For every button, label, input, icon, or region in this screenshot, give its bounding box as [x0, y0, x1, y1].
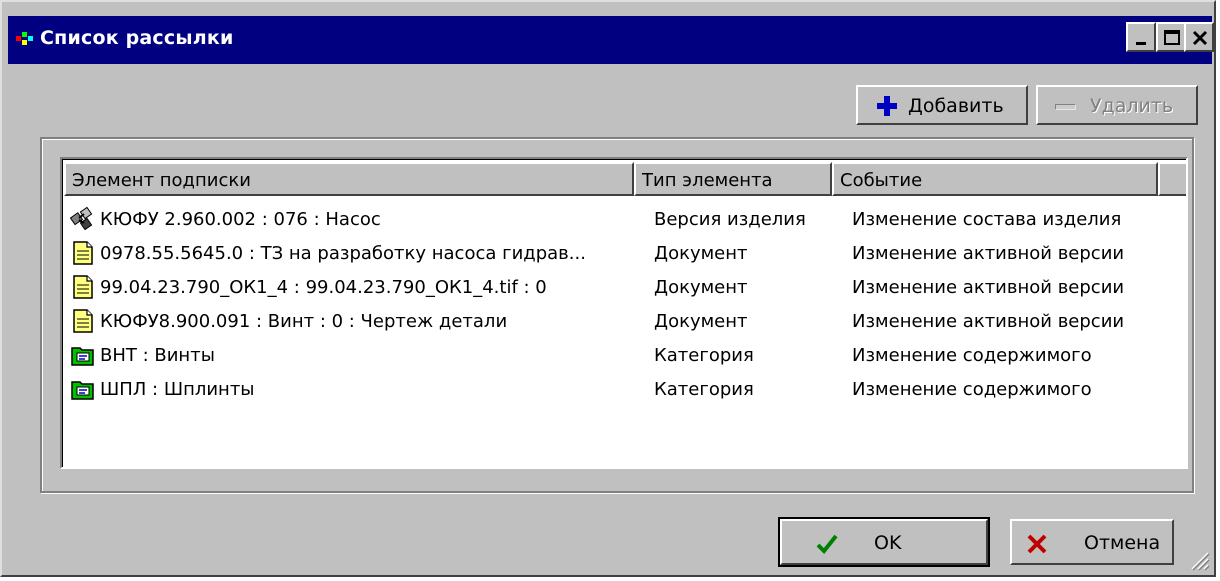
type-cell: Категория: [654, 379, 754, 400]
product-version-icon: [70, 206, 93, 231]
event-cell: Изменение содержимого: [852, 379, 1092, 400]
element-cell: ШПЛ : Шплинты: [100, 379, 255, 400]
category-folder-icon: [71, 347, 94, 366]
list-item[interactable]: 99.04.23.790_ОК1_4 : 99.04.23.790_ОК1_4.…: [66, 271, 1166, 305]
column-header-label: Тип элемента: [642, 170, 773, 191]
add-button-label: Добавить: [908, 95, 1004, 117]
cancel-button[interactable]: Отмена: [1010, 519, 1174, 565]
event-cell: Изменение активной версии: [852, 243, 1125, 264]
column-header-label: Событие: [840, 170, 923, 191]
window-title: Список рассылки: [40, 27, 234, 49]
plus-icon: [877, 96, 897, 116]
delete-button[interactable]: Удалить: [1036, 85, 1198, 125]
minus-icon: [1055, 104, 1076, 110]
document-icon: [73, 275, 93, 299]
column-header-type[interactable]: Тип элемента: [634, 162, 832, 196]
ok-button[interactable]: OK: [778, 517, 990, 567]
column-header-label: Элемент подписки: [72, 170, 251, 191]
element-cell: КЮФУ8.900.091 : Винт : 0 : Чертеж детали: [100, 311, 508, 332]
event-cell: Изменение активной версии: [852, 277, 1125, 298]
list-item[interactable]: КЮФУ 2.960.002 : 076 : Насос Версия изде…: [66, 203, 1166, 237]
list-item[interactable]: КЮФУ8.900.091 : Винт : 0 : Чертеж детали…: [66, 305, 1166, 339]
add-button[interactable]: Добавить: [856, 85, 1028, 125]
type-cell: Документ: [654, 243, 748, 264]
document-icon: [73, 241, 93, 265]
subscription-list[interactable]: Элемент подписки Тип элемента Событие КЮ…: [60, 157, 1188, 469]
delete-button-label: Удалить: [1090, 95, 1174, 117]
resize-grip-icon[interactable]: [1188, 549, 1210, 571]
event-cell: Изменение активной версии: [852, 311, 1125, 332]
list-item[interactable]: ШПЛ : Шплинты Категория Изменение содерж…: [66, 373, 1166, 407]
close-button[interactable]: [1184, 22, 1214, 52]
element-cell: 99.04.23.790_ОК1_4 : 99.04.23.790_ОК1_4.…: [100, 277, 547, 298]
event-cell: Изменение состава изделия: [852, 209, 1122, 230]
title-bar[interactable]: Список рассылки: [8, 16, 1214, 64]
type-cell: Версия изделия: [654, 209, 806, 230]
type-cell: Документ: [654, 311, 748, 332]
cross-icon: [1027, 534, 1047, 554]
type-cell: Документ: [654, 277, 748, 298]
element-cell: ВНТ : Винты: [100, 345, 215, 366]
element-cell: 0978.55.5645.0 : ТЗ на разработку насоса…: [100, 243, 586, 264]
app-icon: [16, 32, 33, 45]
document-icon: [73, 309, 93, 333]
maximize-button[interactable]: [1156, 22, 1186, 52]
mailing-list-dialog: Список рассылки Добавить Удалить Элемент…: [0, 0, 1216, 577]
category-folder-icon: [71, 381, 94, 400]
column-header-element[interactable]: Элемент подписки: [64, 162, 634, 196]
ok-button-label: OK: [874, 532, 902, 554]
list-item[interactable]: 0978.55.5645.0 : ТЗ на разработку насоса…: [66, 237, 1166, 271]
type-cell: Категория: [654, 345, 754, 366]
maximize-icon: [1164, 30, 1180, 45]
cancel-button-label: Отмена: [1084, 532, 1161, 554]
column-header-event[interactable]: Событие: [832, 162, 1158, 196]
column-header-filler: [1158, 162, 1186, 196]
event-cell: Изменение содержимого: [852, 345, 1092, 366]
list-item[interactable]: ВНТ : Винты Категория Изменение содержим…: [66, 339, 1166, 373]
element-cell: КЮФУ 2.960.002 : 076 : Насос: [100, 209, 381, 230]
minimize-button[interactable]: [1126, 22, 1156, 52]
minimize-icon: [1136, 42, 1146, 45]
checkmark-icon: [816, 534, 838, 554]
close-icon: [1192, 30, 1208, 46]
